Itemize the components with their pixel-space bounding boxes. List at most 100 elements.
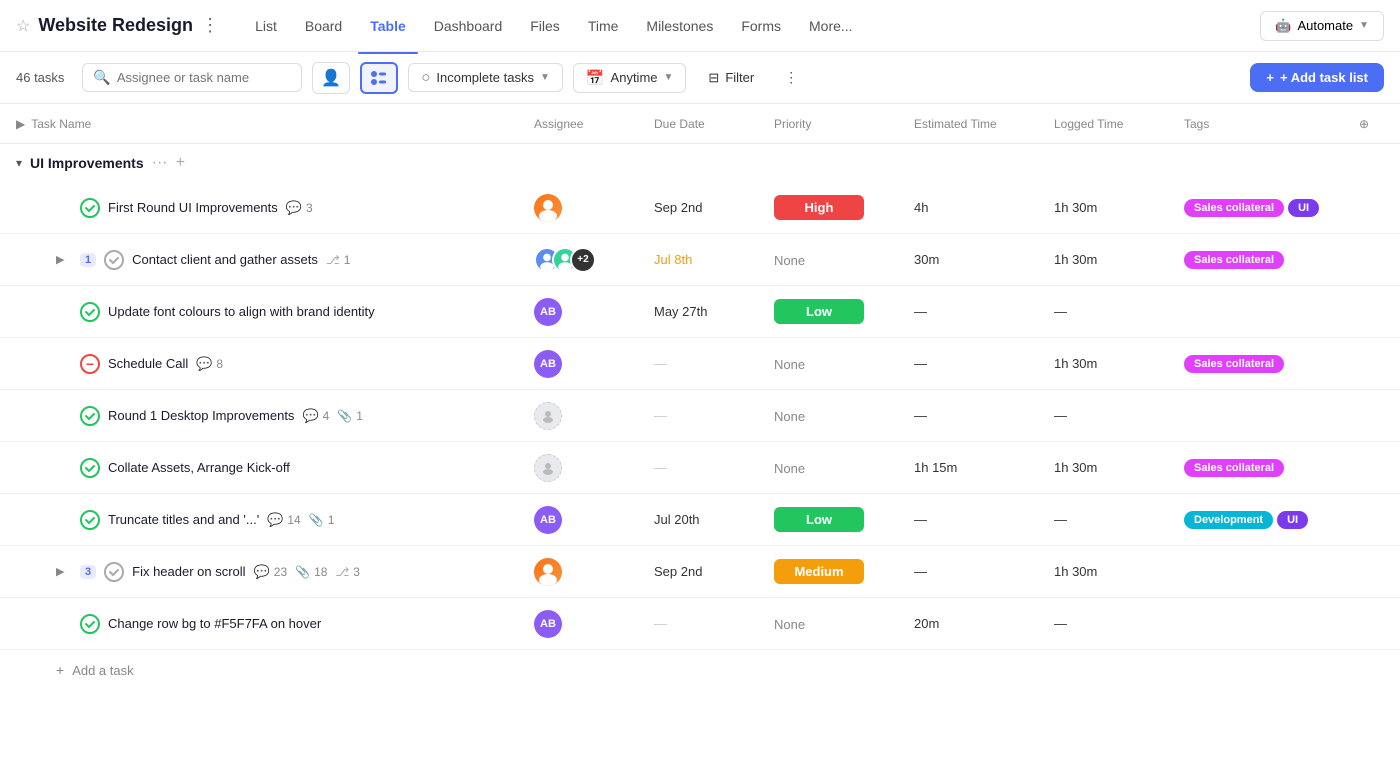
task-meta: 💬 4 📎 1 [302, 408, 363, 424]
table-row: ▶ First Round UI Improvements 💬 3 Sep 2n… [0, 182, 1400, 234]
toolbar-more-button[interactable]: ⋮ [776, 64, 806, 91]
avatar-placeholder [534, 402, 562, 430]
add-task-list-button[interactable]: + + Add task list [1250, 63, 1384, 92]
estimated-time-cell: 4h [914, 200, 1054, 215]
task-name-cell: ▶ − Schedule Call 💬 8 [16, 354, 534, 374]
avatar: AB [534, 298, 562, 326]
estimated-time-cell: 20m [914, 616, 1054, 631]
table-row: ▶ Collate Assets, Arrange Kick-off — Non… [0, 442, 1400, 494]
avatar: AB [534, 610, 562, 638]
search-input[interactable] [117, 70, 292, 85]
comment-icon: 💬 [267, 512, 283, 528]
status-done-icon[interactable] [80, 458, 100, 478]
filter-icon: ⊟ [708, 70, 719, 86]
col-tags: Tags [1184, 117, 1344, 131]
tab-dashboard[interactable]: Dashboard [422, 12, 515, 40]
priority-cell: None [774, 616, 914, 632]
assignee-filter-button[interactable]: 👤 [312, 62, 350, 94]
tab-list[interactable]: List [243, 12, 289, 40]
filter-label: Filter [725, 70, 754, 85]
search-icon: 🔍 [93, 69, 110, 86]
priority-none: None [774, 617, 805, 632]
assignee-cell: AB [534, 350, 654, 378]
tags-cell: Development UI [1184, 511, 1344, 529]
tab-board[interactable]: Board [293, 12, 354, 40]
table-row: ▶ Change row bg to #F5F7FA on hover AB —… [0, 598, 1400, 650]
section-add-button[interactable]: + [176, 154, 185, 172]
add-column-button[interactable]: ⊕ [1344, 117, 1384, 131]
header-more-button[interactable]: ⋮ [201, 15, 219, 36]
logged-time-cell: 1h 30m [1054, 252, 1184, 267]
status-done-icon[interactable] [80, 406, 100, 426]
status-done-icon[interactable] [80, 302, 100, 322]
priority-medium-badge: Medium [774, 559, 864, 584]
subtask-count: 1 [344, 253, 351, 267]
tags-cell: Sales collateral UI [1184, 199, 1344, 217]
tab-time[interactable]: Time [576, 12, 631, 40]
star-icon[interactable]: ☆ [16, 16, 30, 36]
status-done-icon[interactable] [80, 614, 100, 634]
add-task-row[interactable]: + Add a task [0, 650, 1400, 690]
priority-low-badge: Low [774, 507, 864, 532]
due-date-cell: Sep 2nd [654, 564, 774, 579]
due-date-cell: Jul 8th [654, 252, 774, 267]
row-expand-button[interactable]: ▶ [56, 253, 72, 266]
group-by-button[interactable] [360, 62, 398, 94]
priority-cell: Low [774, 507, 914, 532]
tab-milestones[interactable]: Milestones [634, 12, 725, 40]
filter-button[interactable]: ⊟ Filter [696, 65, 766, 91]
status-pending-icon[interactable] [104, 250, 124, 270]
section-chevron-icon[interactable]: ▾ [16, 156, 22, 170]
status-done-icon[interactable] [80, 198, 100, 218]
logged-time-cell: 1h 30m [1054, 564, 1184, 579]
task-label: Contact client and gather assets [132, 252, 318, 267]
avatar: AB [534, 506, 562, 534]
priority-cell: High [774, 195, 914, 220]
row-expand-button[interactable]: ▶ [56, 565, 72, 578]
status-blocked-icon[interactable]: − [80, 354, 100, 374]
task-label: Schedule Call [108, 356, 188, 371]
task-name-cell: ▶ Update font colours to align with bran… [16, 302, 534, 322]
task-label: Update font colours to align with brand … [108, 304, 375, 319]
logged-time-cell: — [1054, 304, 1184, 319]
tab-files[interactable]: Files [518, 12, 572, 40]
search-box[interactable]: 🔍 [82, 63, 302, 92]
section-header[interactable]: ▾ UI Improvements ··· + [0, 144, 1400, 182]
task-label: Truncate titles and and '...' [108, 512, 259, 527]
incomplete-tasks-filter[interactable]: ○ Incomplete tasks ▼ [408, 63, 563, 92]
tab-forms[interactable]: Forms [729, 12, 793, 40]
automate-button[interactable]: 🤖 Automate ▼ [1260, 11, 1384, 41]
badge-num: 3 [80, 565, 96, 579]
task-name-cell: ▶ Truncate titles and and '...' 💬 14 📎 1 [16, 510, 534, 530]
table-row: ▶ 3 Fix header on scroll 💬 23 📎 18 ⎇ 3 S… [0, 546, 1400, 598]
estimated-time-cell: 1h 15m [914, 460, 1054, 475]
tags-cell: Sales collateral [1184, 459, 1344, 477]
automate-label: Automate [1297, 18, 1353, 33]
col-due-date: Due Date [654, 117, 774, 131]
assignee-cell: AB [534, 506, 654, 534]
due-date-cell: — [654, 616, 774, 631]
expand-all-button[interactable]: ▶ [16, 117, 25, 131]
task-meta: 💬 23 📎 18 ⎇ 3 [254, 564, 360, 580]
anytime-filter[interactable]: 📅 Anytime ▼ [573, 63, 687, 93]
comment-count: 14 [287, 513, 300, 527]
comment-icon: 💬 [254, 564, 270, 580]
task-label: Change row bg to #F5F7FA on hover [108, 616, 321, 631]
add-task-list-label: + Add task list [1280, 70, 1368, 85]
status-pending-icon[interactable] [104, 562, 124, 582]
subtask-icon: ⎇ [326, 253, 340, 267]
task-meta: 💬 3 [286, 200, 313, 216]
section-options-button[interactable]: ··· [152, 154, 168, 172]
priority-none: None [774, 409, 805, 424]
task-count: 46 tasks [16, 70, 64, 85]
tab-table[interactable]: Table [358, 12, 418, 40]
table-row: ▶ Update font colours to align with bran… [0, 286, 1400, 338]
avatar-more: +2 [570, 247, 596, 273]
group-icon [370, 69, 388, 87]
tab-more[interactable]: More... [797, 12, 865, 40]
tag-sales-collateral: Sales collateral [1184, 199, 1284, 217]
priority-cell: None [774, 408, 914, 424]
status-done-icon[interactable] [80, 510, 100, 530]
priority-cell: Low [774, 299, 914, 324]
tag-ui: UI [1288, 199, 1319, 217]
